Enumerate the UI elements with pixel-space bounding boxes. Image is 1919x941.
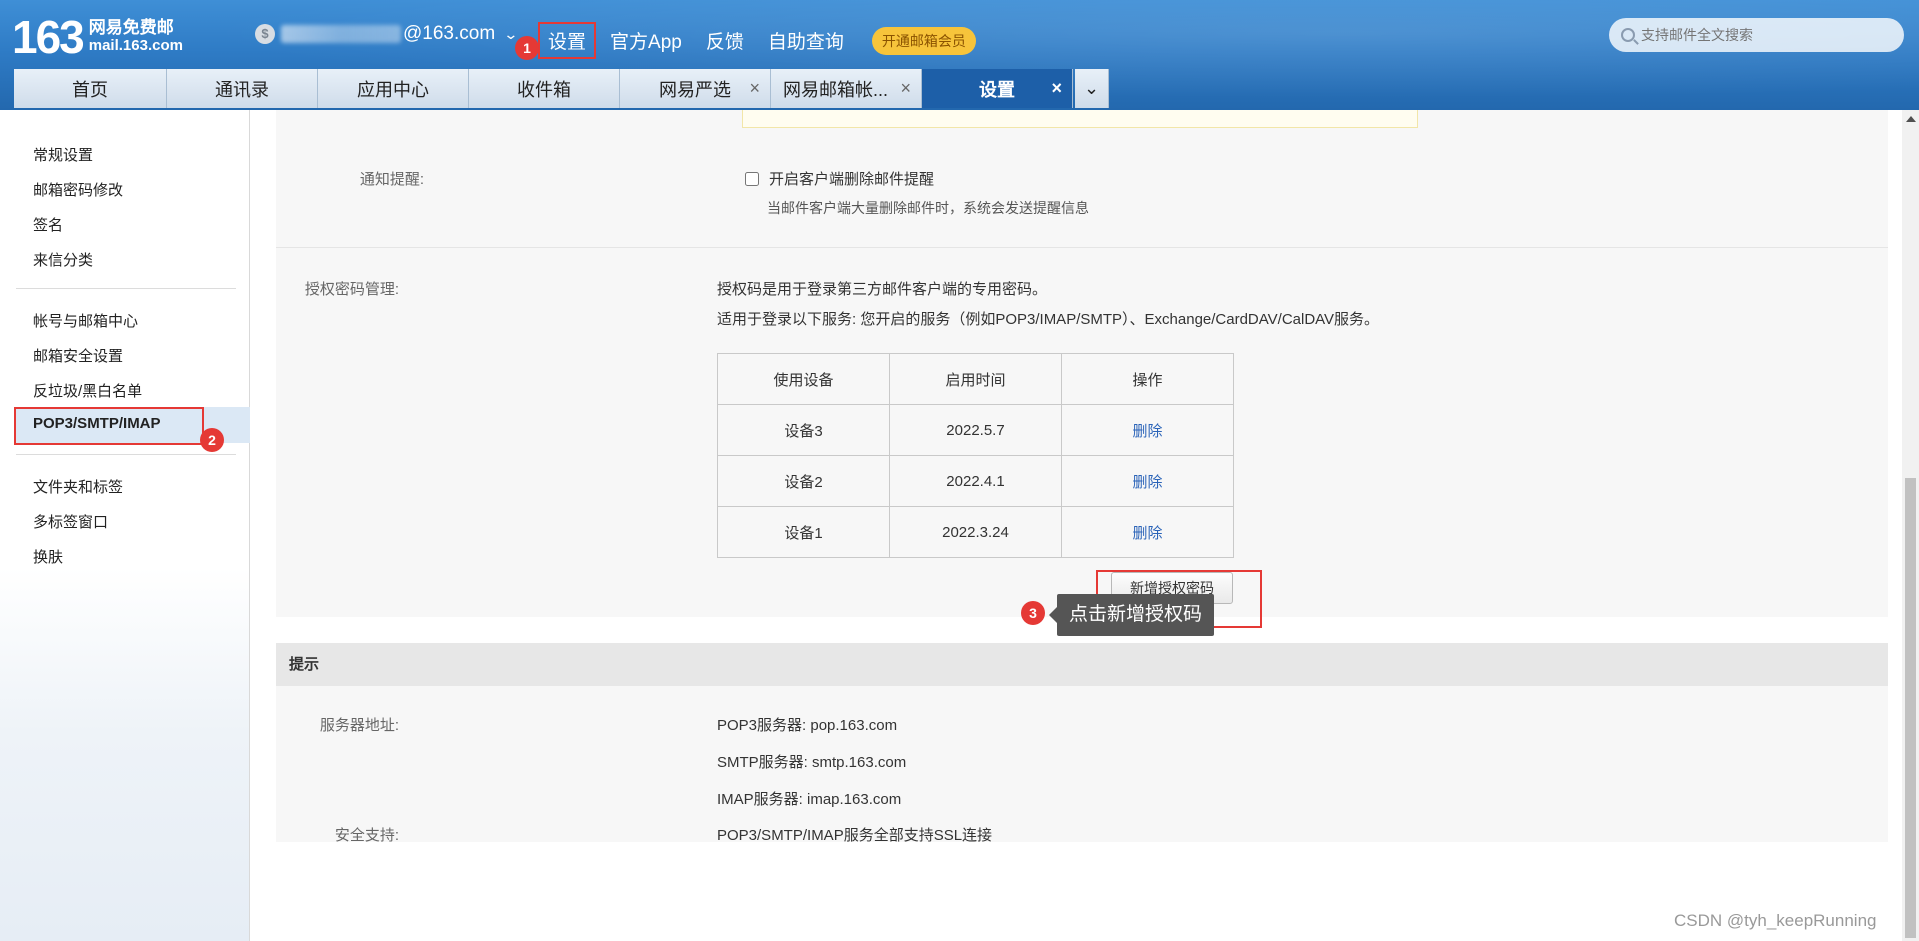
sidebar-item-account-center[interactable]: 帐号与邮箱中心 (33, 310, 138, 331)
tab-more-button[interactable]: ⌄ (1075, 69, 1109, 108)
tab-bar: 首页 通讯录 应用中心 收件箱 网易严选 × 网易邮箱帐... × 设置 × ⌄ (14, 69, 1109, 108)
tab-yanxuan[interactable]: 网易严选 × (620, 69, 771, 108)
tips-section (276, 686, 1888, 842)
account-switcher[interactable]: $ @163.com ⌄ (255, 23, 519, 45)
account-domain: @163.com (403, 23, 496, 44)
nav-official-app[interactable]: 官方App (610, 27, 682, 54)
notify-checkbox[interactable] (745, 171, 759, 186)
table-row: 设备2 2022.4.1 删除 (717, 455, 1234, 507)
settings-sidebar: 常规设置 邮箱密码修改 签名 来信分类 帐号与邮箱中心 邮箱安全设置 反垃圾/黑… (0, 110, 250, 941)
annotation-badge-1: 1 (515, 36, 539, 60)
search-input[interactable] (1641, 27, 1891, 43)
watermark: CSDN @tyh_keepRunning (1674, 911, 1877, 930)
nav-self-service[interactable]: 自助查询 (768, 27, 844, 54)
sidebar-item-skin[interactable]: 换肤 (33, 546, 63, 567)
logo-title: 网易免费邮 (88, 18, 174, 37)
sidebar-item-general[interactable]: 常规设置 (33, 144, 93, 165)
instruction-tooltip: 点击新增授权码 (1048, 594, 1215, 636)
auth-table: 使用设备 启用时间 操作 设备3 2022.5.7 删除 设备2 2022.4.… (717, 353, 1234, 558)
nav-settings[interactable]: 设置 (538, 22, 597, 59)
table-header-row: 使用设备 启用时间 操作 (717, 353, 1234, 405)
column-header: 操作 (1061, 353, 1234, 405)
scroll-up-icon[interactable] (1906, 116, 1916, 122)
sidebar-item-mail-filter[interactable]: 来信分类 (33, 249, 93, 270)
auth-label: 授权密码管理: (304, 281, 399, 298)
tab-contacts[interactable]: 通讯录 (167, 69, 318, 108)
annotation-badge-3: 3 (1021, 601, 1045, 625)
tab-mail-account[interactable]: 网易邮箱帐... × (771, 69, 922, 108)
tab-app-center[interactable]: 应用中心 (318, 69, 469, 108)
redacted-username (281, 25, 401, 43)
chevron-down-icon: ⌄ (1083, 78, 1100, 98)
smtp-server: SMTP服务器: smtp.163.com (717, 754, 907, 771)
pop3-server: POP3服务器: pop.163.com (717, 717, 898, 734)
sidebar-item-folders-tags[interactable]: 文件夹和标签 (33, 476, 123, 497)
highlight-box (14, 407, 204, 445)
tab-settings[interactable]: 设置 × (922, 69, 1073, 108)
table-row: 设备3 2022.5.7 删除 (717, 404, 1234, 456)
time-cell: 2022.3.24 (889, 506, 1062, 558)
column-header: 使用设备 (717, 353, 890, 405)
sidebar-item-signature[interactable]: 签名 (33, 214, 63, 235)
time-cell: 2022.4.1 (889, 455, 1062, 507)
auth-desc-1: 授权码是用于登录第三方邮件客户端的专用密码。 (717, 281, 1048, 298)
delete-link[interactable]: 删除 (1132, 525, 1162, 542)
logo[interactable]: 163 网易免费邮 mail.163.com (12, 14, 183, 60)
tab-inbox[interactable]: 收件箱 (469, 69, 620, 108)
notify-section: 通知提醒: 开启客户端删除邮件提醒 当邮件客户端大量删除邮件时，系统会发送提醒信… (276, 110, 1888, 248)
sidebar-item-multi-tab[interactable]: 多标签窗口 (33, 511, 108, 532)
search-icon (1621, 28, 1635, 42)
table-row: 设备1 2022.3.24 删除 (717, 506, 1234, 558)
column-header: 启用时间 (889, 353, 1062, 405)
sidebar-item-password[interactable]: 邮箱密码修改 (33, 179, 123, 200)
device-cell: 设备1 (717, 506, 890, 558)
sidebar-item-security[interactable]: 邮箱安全设置 (33, 345, 123, 366)
notify-description: 当邮件客户端大量删除邮件时，系统会发送提醒信息 (767, 200, 1089, 216)
close-icon[interactable]: × (749, 78, 760, 99)
scroll-thumb[interactable] (1905, 478, 1916, 938)
logo-domain: mail.163.com (88, 37, 183, 54)
device-cell: 设备3 (717, 404, 890, 456)
time-cell: 2022.5.7 (889, 404, 1062, 456)
tab-home[interactable]: 首页 (14, 69, 167, 108)
settings-content: 通知提醒: 开启客户端删除邮件提醒 当邮件客户端大量删除邮件时，系统会发送提醒信… (251, 110, 1901, 941)
tips-header: 提示 (276, 643, 1888, 686)
vertical-scrollbar[interactable] (1902, 110, 1919, 941)
security-label: 安全支持: (334, 827, 399, 844)
notify-checkbox-row[interactable]: 开启客户端删除邮件提醒 (745, 168, 934, 189)
top-header: 163 网易免费邮 mail.163.com $ @163.com ⌄ 设置 官… (0, 0, 1919, 110)
auth-desc-2: 适用于登录以下服务: 您开启的服务（例如POP3/IMAP/SMTP）、Exch… (717, 311, 1380, 328)
search-box[interactable] (1609, 18, 1904, 52)
notify-label: 通知提醒: (359, 171, 424, 188)
sidebar-item-antispam[interactable]: 反垃圾/黑白名单 (33, 380, 142, 401)
security-support: POP3/SMTP/IMAP服务全部支持SSL连接 (717, 827, 993, 844)
close-icon[interactable]: × (1051, 78, 1062, 99)
nav-feedback[interactable]: 反馈 (706, 27, 744, 54)
logo-number: 163 (12, 11, 85, 63)
coin-icon: $ (255, 24, 275, 44)
close-icon[interactable]: × (900, 78, 911, 99)
delete-link[interactable]: 删除 (1132, 423, 1162, 440)
annotation-badge-2: 2 (200, 428, 224, 452)
vip-button[interactable]: 开通邮箱会员 (871, 26, 976, 55)
device-cell: 设备2 (717, 455, 890, 507)
delete-link[interactable]: 删除 (1132, 474, 1162, 491)
top-nav: 设置 官方App 反馈 自助查询 开通邮箱会员 (538, 22, 976, 59)
server-label: 服务器地址: (319, 717, 399, 734)
imap-server: IMAP服务器: imap.163.com (717, 791, 902, 808)
